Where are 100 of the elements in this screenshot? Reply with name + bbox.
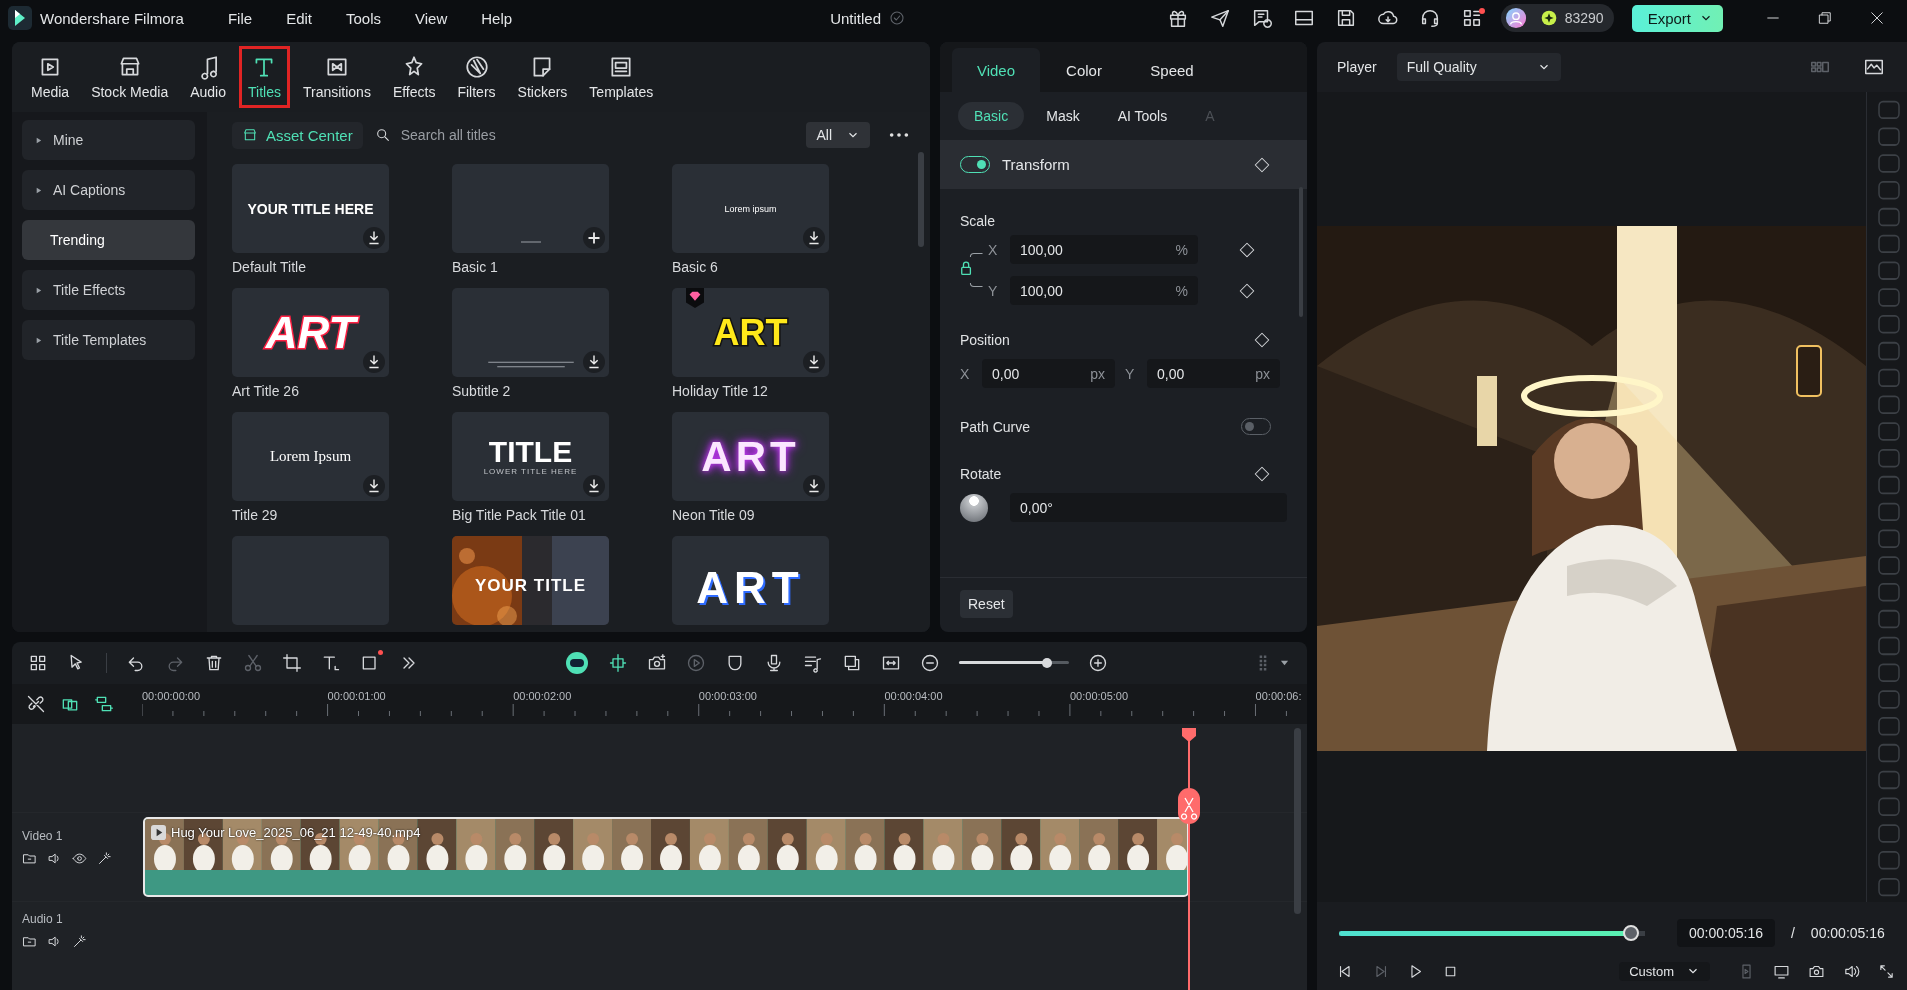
keyframe-icon[interactable]: [1253, 465, 1271, 483]
zoom-in-icon[interactable]: [1087, 652, 1108, 673]
saved-check-icon: [889, 10, 905, 26]
send-icon[interactable]: [1208, 7, 1231, 29]
fullscreen-icon[interactable]: [1878, 962, 1895, 980]
title-preview[interactable]: TITLE LOWER TITLE HERE: [452, 412, 609, 501]
track-name: Audio 1: [22, 912, 64, 926]
media-tab[interactable]: Audio: [181, 46, 235, 108]
title-preview[interactable]: ART: [672, 412, 829, 501]
add-icon[interactable]: [583, 227, 605, 249]
export-button[interactable]: Export: [1631, 4, 1723, 32]
folder-lock-icon[interactable]: [22, 934, 37, 949]
reset-button[interactable]: Reset: [960, 590, 1013, 618]
keyframe-icon[interactable]: [1238, 281, 1256, 300]
keyframe-icon[interactable]: [1238, 240, 1256, 259]
more-icon[interactable]: [888, 131, 910, 139]
property-tab[interactable]: Video: [952, 48, 1040, 92]
scissors-icon[interactable]: [243, 652, 263, 673]
property-tab[interactable]: Color: [1040, 48, 1128, 92]
magic-wand-icon[interactable]: [97, 851, 112, 866]
speed-dropdown[interactable]: Custom: [1619, 961, 1710, 981]
zoom-out-icon[interactable]: [919, 652, 940, 673]
title-preview[interactable]: ART: [672, 288, 829, 377]
restore-icon[interactable]: [1816, 9, 1834, 27]
search-field[interactable]: Search all titles: [398, 126, 703, 144]
ruler-time: 00:00:06:: [1255, 689, 1302, 702]
rotation-dial[interactable]: [960, 493, 988, 522]
magic-wand-icon[interactable]: [72, 934, 87, 949]
download-icon[interactable]: [583, 351, 605, 373]
download-icon[interactable]: [583, 475, 605, 497]
snap-icon[interactable]: [607, 652, 628, 673]
subtab[interactable]: AI Tools: [1101, 102, 1184, 130]
crop-icon[interactable]: [282, 652, 302, 673]
download-icon[interactable]: [363, 475, 385, 497]
caret-icon[interactable]: [1280, 658, 1289, 668]
property-label: Scale: [960, 213, 996, 229]
menu-item[interactable]: Edit: [276, 7, 322, 29]
scale-y-field[interactable]: 100,00 %: [1010, 276, 1198, 305]
title-preview[interactable]: YOUR TITLE HERE: [232, 164, 389, 253]
title-preview[interactable]: ART: [232, 288, 389, 377]
media-tab[interactable]: Media: [22, 46, 79, 108]
asset-center-button[interactable]: Asset Center: [232, 121, 363, 149]
download-icon[interactable]: [803, 351, 825, 373]
coin-icon: [1540, 10, 1557, 26]
close-icon[interactable]: [1868, 9, 1886, 27]
keyframe-icon[interactable]: [1253, 331, 1271, 349]
quality-dropdown[interactable]: Full Quality: [1396, 53, 1561, 81]
menu-item[interactable]: Tools: [336, 7, 391, 29]
media-tab[interactable]: Stock Media: [82, 46, 178, 108]
menu-item[interactable]: File: [217, 7, 263, 29]
position-y-field[interactable]: 0,00 px: [1147, 359, 1280, 388]
media-tab[interactable]: Transitions: [293, 46, 380, 108]
menu-item[interactable]: View: [405, 7, 458, 29]
rotate-field[interactable]: 0,00°: [1010, 493, 1287, 522]
filter-dropdown[interactable]: All: [806, 122, 870, 148]
zoom-handle[interactable]: [1041, 657, 1052, 668]
account-pill[interactable]: 83290: [1500, 4, 1614, 32]
media-tab[interactable]: Effects: [383, 46, 445, 108]
title-preview[interactable]: Lorem Ipsum: [232, 412, 389, 501]
subtab[interactable]: Basic: [958, 102, 1025, 130]
download-icon[interactable]: [803, 227, 825, 249]
category-item[interactable]: Title Templates: [22, 320, 195, 360]
title-preview[interactable]: Lorem ipsum: [672, 164, 829, 253]
category-item[interactable]: AI Captions: [22, 170, 195, 210]
media-tab[interactable]: Titles: [239, 46, 290, 108]
download-icon[interactable]: [363, 351, 385, 373]
scale-x-field[interactable]: 100,00 %: [1010, 235, 1198, 264]
expand-arrow-icon: [34, 135, 43, 145]
speaker-icon[interactable]: [47, 934, 62, 949]
speaker-icon[interactable]: [47, 851, 62, 866]
title-preview[interactable]: ART: [672, 536, 829, 625]
scrollbar[interactable]: [918, 152, 924, 247]
category-item[interactable]: Title Effects: [22, 270, 195, 310]
media-tab[interactable]: Stickers: [508, 46, 577, 108]
position-x-field[interactable]: 0,00 px: [982, 359, 1115, 388]
media-tab[interactable]: Templates: [580, 46, 663, 108]
category-item[interactable]: Trending: [22, 220, 195, 260]
download-icon[interactable]: [363, 227, 385, 249]
subtab[interactable]: Mask: [1030, 102, 1096, 130]
menu-item[interactable]: Help: [471, 7, 523, 29]
property-tab[interactable]: Speed: [1128, 48, 1216, 92]
tab-icon: [463, 54, 490, 80]
avatar-icon[interactable]: [1504, 7, 1527, 29]
playhead[interactable]: [1178, 728, 1200, 990]
scrollbar[interactable]: [1294, 728, 1301, 914]
eye-icon[interactable]: [72, 851, 87, 866]
play-circle-icon[interactable]: [685, 652, 706, 673]
download-icon[interactable]: [803, 475, 825, 497]
video-clip[interactable]: Hug Your Love_2025_06_21 12-49-40.mp4: [143, 817, 1189, 897]
unlink-icon[interactable]: [26, 693, 46, 714]
media-tab[interactable]: Filters: [448, 46, 505, 108]
zoom-slider[interactable]: [958, 661, 1069, 665]
scrollbar[interactable]: [1299, 187, 1303, 317]
camera-plus-icon[interactable]: [646, 652, 667, 673]
category-item[interactable]: Mine: [22, 120, 195, 160]
keyframe-icon[interactable]: [1253, 155, 1271, 174]
folder-lock-icon[interactable]: [22, 851, 37, 866]
ai-assistant-icon[interactable]: [564, 650, 589, 675]
progress-handle[interactable]: [1623, 925, 1640, 941]
playhead-marker-icon[interactable]: [1182, 728, 1196, 742]
